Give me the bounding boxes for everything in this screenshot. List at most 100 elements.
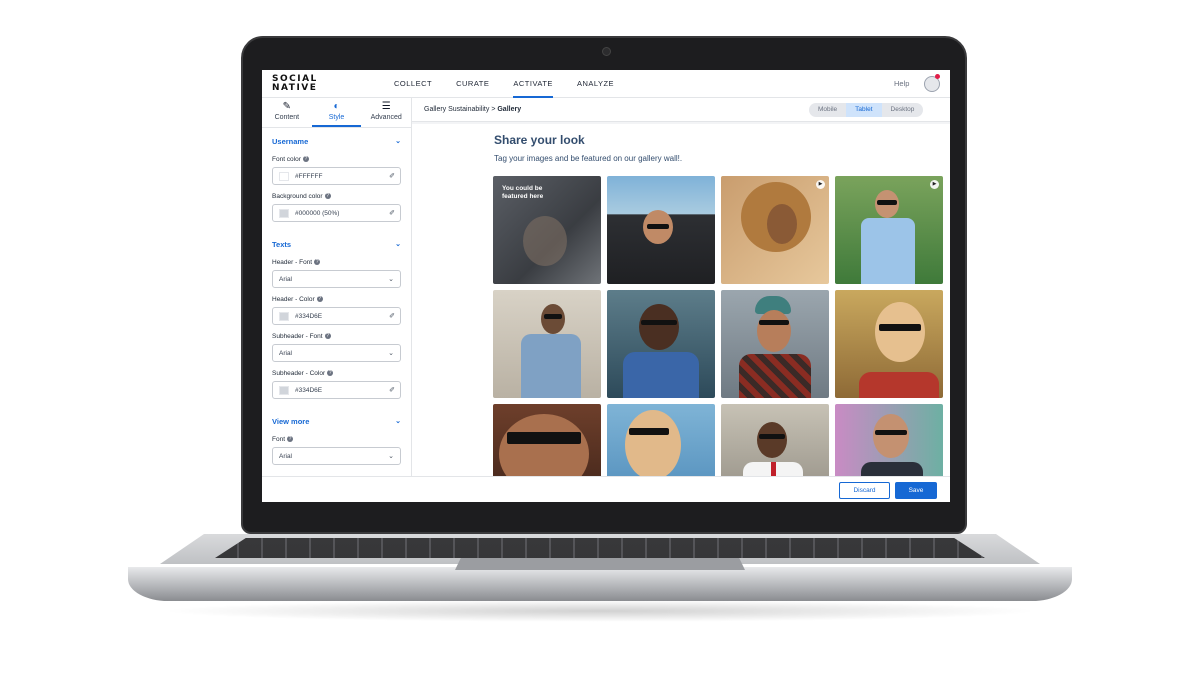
gallery-photo[interactable] xyxy=(835,290,943,398)
save-button[interactable]: Save xyxy=(895,482,937,499)
tab-style[interactable]: ◐ Style xyxy=(311,98,362,127)
pencil-icon: ✎ xyxy=(282,101,292,112)
main-nav: COLLECT CURATE ACTIVATE ANALYZE xyxy=(394,70,614,98)
sunglasses xyxy=(641,320,677,325)
info-icon: ? xyxy=(287,436,294,443)
gallery-subtitle: Tag your images and be featured on our g… xyxy=(494,154,683,163)
blue-shirt xyxy=(623,352,699,398)
breadcrumb: Gallery Sustainability > Gallery xyxy=(424,106,522,113)
red-tie xyxy=(771,462,776,476)
gallery-photo[interactable] xyxy=(835,404,943,476)
laptop-front-edge xyxy=(128,567,1072,601)
gallery-title: Share your look xyxy=(494,133,585,147)
header-font-select[interactable]: Arial ⌄ xyxy=(272,270,401,288)
sliders-icon: ☰ xyxy=(381,101,391,112)
person-photo xyxy=(767,204,797,244)
chevron-down-icon: ⌄ xyxy=(388,350,394,357)
eyedropper-icon[interactable]: ✐ xyxy=(389,172,395,180)
discard-button[interactable]: Discard xyxy=(839,482,890,499)
tab-advanced[interactable]: ☰ Advanced xyxy=(361,98,411,127)
sunglasses xyxy=(877,200,897,205)
laptop-touchpad xyxy=(455,558,745,570)
subheader-color-field[interactable]: #334D6E ✐ xyxy=(272,381,401,399)
sunglasses xyxy=(759,434,785,439)
subheader-font-select[interactable]: Arial ⌄ xyxy=(272,344,401,362)
blue-shirt xyxy=(861,218,915,284)
sunglasses xyxy=(647,224,669,229)
nav-analyze[interactable]: ANALYZE xyxy=(577,70,614,98)
social-native-logo[interactable]: SOCIAL NATIVE xyxy=(272,75,318,93)
info-icon: ? xyxy=(316,296,323,303)
gallery-photo[interactable]: ▶ xyxy=(721,176,829,284)
dark-jacket xyxy=(861,462,923,476)
bg-color-field[interactable]: #000000 (50%) ✐ xyxy=(272,204,401,222)
header-color-label: Header - Color? xyxy=(272,296,323,303)
breadcrumb-current: Gallery xyxy=(497,106,522,113)
nav-collect[interactable]: COLLECT xyxy=(394,70,432,98)
info-icon: ? xyxy=(324,333,331,340)
sunglasses xyxy=(544,314,562,319)
person-photo xyxy=(499,414,589,476)
subheader-font-label: Subheader - Font? xyxy=(272,333,331,340)
device-mobile[interactable]: Mobile xyxy=(809,103,846,117)
view-more-font-label: Font? xyxy=(272,436,294,443)
chevron-down-icon: ⌄ xyxy=(395,241,401,248)
gallery-preview: Share your look Tag your images and be f… xyxy=(412,124,950,476)
eyedropper-icon[interactable]: ✐ xyxy=(389,312,395,320)
eyedropper-icon[interactable]: ✐ xyxy=(389,209,395,217)
person-photo xyxy=(875,302,925,362)
sunglasses xyxy=(879,324,921,331)
sidebar-tabs: ✎ Content ◐ Style ☰ Advanced xyxy=(262,98,411,128)
laptop-shadow xyxy=(160,600,1040,622)
gallery-photo[interactable] xyxy=(721,290,829,398)
bg-color-label: Background color? xyxy=(272,193,331,200)
color-swatch xyxy=(279,208,289,218)
person-photo xyxy=(757,422,787,458)
breadcrumb-parent[interactable]: Gallery Sustainability xyxy=(424,106,489,113)
gallery-photo[interactable]: ▶ xyxy=(835,176,943,284)
sunglasses xyxy=(759,320,789,325)
section-view-more[interactable]: View more ⌄ xyxy=(262,403,411,432)
gallery-photo[interactable] xyxy=(607,176,715,284)
device-tablet[interactable]: Tablet xyxy=(846,103,882,117)
eyedropper-icon[interactable]: ✐ xyxy=(389,386,395,394)
placeholder-text: You could be featured here xyxy=(502,185,544,200)
gallery-photo[interactable] xyxy=(493,290,601,398)
gallery-photo[interactable] xyxy=(607,404,715,476)
color-swatch xyxy=(279,385,289,395)
info-icon: ? xyxy=(302,156,309,163)
section-texts[interactable]: Texts ⌄ xyxy=(262,226,411,255)
gallery-photo[interactable] xyxy=(493,404,601,476)
person-photo xyxy=(541,304,565,334)
webcam xyxy=(602,47,611,56)
info-icon: ? xyxy=(327,370,334,377)
info-icon: ? xyxy=(314,259,321,266)
font-color-field[interactable]: #FFFFFF ✐ xyxy=(272,167,401,185)
plaid-shirt xyxy=(739,354,811,398)
laptop-keyboard xyxy=(215,538,985,558)
header-color-field[interactable]: #334D6E ✐ xyxy=(272,307,401,325)
section-username[interactable]: Username ⌄ xyxy=(262,128,411,152)
help-link[interactable]: Help xyxy=(894,70,909,98)
nav-curate[interactable]: CURATE xyxy=(456,70,489,98)
chevron-down-icon: ⌄ xyxy=(388,276,394,283)
gallery-photo[interactable] xyxy=(607,290,715,398)
device-desktop[interactable]: Desktop xyxy=(882,103,924,117)
breadcrumb-bar: Gallery Sustainability > Gallery Mobile … xyxy=(412,98,950,122)
gallery-photo[interactable] xyxy=(721,404,829,476)
person-photo xyxy=(523,216,567,266)
info-icon: ? xyxy=(324,193,331,200)
notification-dot xyxy=(935,74,940,79)
nav-activate[interactable]: ACTIVATE xyxy=(513,70,553,98)
color-swatch xyxy=(279,171,289,181)
person-photo xyxy=(757,310,791,352)
gallery-placeholder-tile[interactable]: You could be featured here xyxy=(493,176,601,284)
play-icon[interactable]: ▶ xyxy=(816,180,825,189)
view-more-font-select[interactable]: Arial ⌄ xyxy=(272,447,401,465)
header-font-label: Header - Font? xyxy=(272,259,321,266)
tab-content[interactable]: ✎ Content xyxy=(262,98,312,127)
app-topbar: SOCIAL NATIVE COLLECT CURATE ACTIVATE AN… xyxy=(262,70,950,98)
device-toggle: Mobile Tablet Desktop xyxy=(809,103,924,117)
play-icon[interactable]: ▶ xyxy=(930,180,939,189)
subheader-color-label: Subheader - Color? xyxy=(272,370,334,377)
